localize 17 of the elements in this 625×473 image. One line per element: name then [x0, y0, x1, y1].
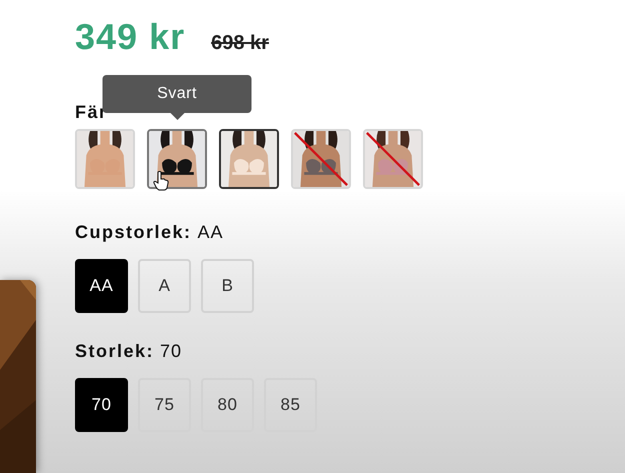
color-swatch[interactable]	[147, 129, 207, 189]
selected-size: 70	[160, 341, 182, 362]
selected-size: AA	[198, 222, 224, 243]
size-option[interactable]: A	[138, 259, 191, 313]
size-label: Cupstorlek:	[75, 222, 192, 243]
hand-cursor-icon	[153, 171, 169, 191]
size-option[interactable]: 75	[138, 378, 191, 432]
size-option[interactable]: 80	[201, 378, 254, 432]
size-option[interactable]: 70	[75, 378, 128, 432]
size-option[interactable]: B	[201, 259, 254, 313]
price: 349 kr	[75, 16, 186, 58]
size-option[interactable]: AA	[75, 259, 128, 313]
tooltip: Svart	[102, 75, 252, 120]
original-price: 698 kr	[211, 32, 269, 55]
size-option[interactable]: 85	[264, 378, 317, 432]
color-swatch[interactable]	[219, 129, 279, 189]
size-label: Storlek:	[75, 341, 154, 362]
